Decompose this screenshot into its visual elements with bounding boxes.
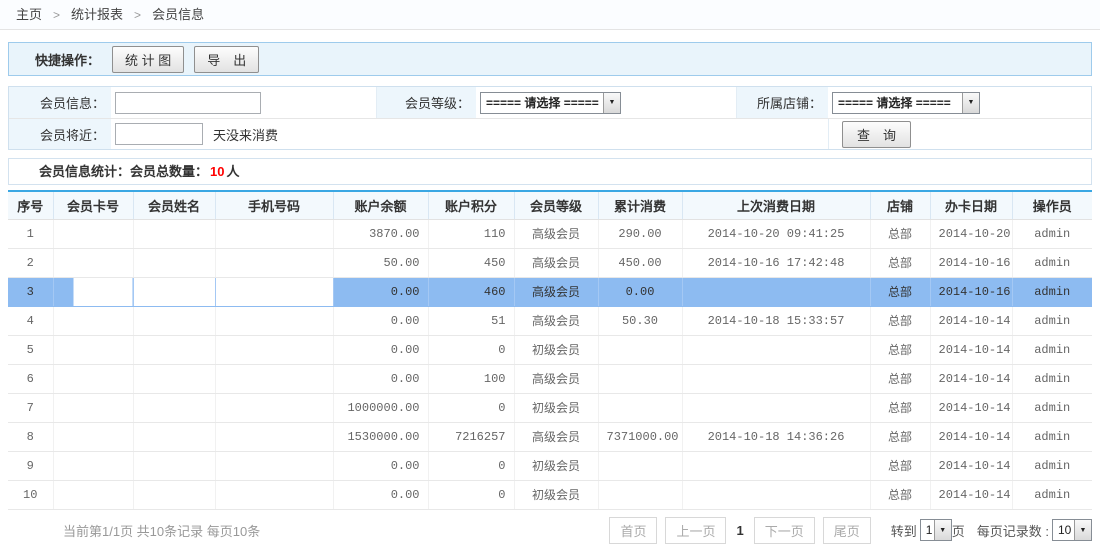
member-info-field-cell [111, 87, 376, 118]
per-page-label: 每页记录数 : [977, 521, 1049, 540]
breadcrumb-separator: > [134, 8, 141, 22]
quick-actions-label: 快捷操作： [35, 50, 100, 69]
stats-unit: 人 [226, 164, 239, 179]
col-seq: 序号 [8, 191, 53, 219]
current-page-number: 1 [736, 523, 743, 538]
member-info-input[interactable] [115, 92, 261, 114]
col-card-number: 会员卡号 [53, 191, 133, 219]
member-near-label: 会员将近： [9, 119, 111, 149]
days-suffix-text: 天没来消费 [213, 125, 278, 144]
dropdown-arrow-icon: ▼ [1074, 520, 1091, 540]
member-level-select[interactable]: ===== 请选择 =====▼ [480, 92, 621, 114]
breadcrumb-separator: > [53, 8, 60, 22]
stats-prefix: 会员信息统计：会员总数量： [39, 164, 208, 179]
prev-page-button[interactable]: 上一页 [665, 517, 726, 544]
filter-row-1: 会员信息： 会员等级： ===== 请选择 =====▼ 所属店铺： =====… [9, 87, 1091, 118]
store-label: 所属店铺： [736, 87, 828, 118]
breadcrumb-item-current: 会员信息 [152, 0, 204, 29]
table-row[interactable]: 81530000.007216257高级会员7371000.002014-10-… [8, 422, 1092, 451]
table-row[interactable]: 60.00100高级会员总部2014-10-14admin [8, 364, 1092, 393]
member-total-count: 10 [208, 164, 226, 179]
col-phone: 手机号码 [215, 191, 333, 219]
col-total-spent: 累计消费 [598, 191, 682, 219]
goto-page-select[interactable]: 1▼ [920, 519, 952, 541]
col-store: 店铺 [870, 191, 930, 219]
store-select[interactable]: ===== 请选择 =====▼ [832, 92, 980, 114]
stats-bar: 会员信息统计：会员总数量：10人 [8, 158, 1092, 185]
table-row[interactable]: 13870.00110高级会员290.002014-10-20 09:41:25… [8, 219, 1092, 248]
dropdown-arrow-icon: ▼ [934, 520, 951, 540]
pagination: 首页 上一页 1 下一页 尾页 转到 1▼ 页 每页记录数 : 10▼ [609, 517, 1092, 544]
search-button[interactable]: 查 询 [842, 121, 911, 148]
table-row[interactable]: 40.0051高级会员50.302014-10-18 15:33:57总部201… [8, 306, 1092, 335]
store-field-cell: ===== 请选择 =====▼ [828, 87, 1091, 118]
breadcrumb-item-home[interactable]: 主页 [16, 0, 42, 29]
store-selected-value: ===== 请选择 ===== [833, 93, 962, 113]
col-level: 会员等级 [514, 191, 598, 219]
table-row[interactable]: 250.00450高级会员450.002014-10-16 17:42:48总部… [8, 248, 1092, 277]
dropdown-arrow-icon: ▼ [603, 93, 620, 113]
per-page-select[interactable]: 10▼ [1052, 519, 1092, 541]
col-balance: 账户余额 [333, 191, 428, 219]
col-operator: 操作员 [1012, 191, 1092, 219]
col-member-name: 会员姓名 [133, 191, 215, 219]
table-footer: 当前第1/1页 共10条记录 每页10条 首页 上一页 1 下一页 尾页 转到 … [8, 517, 1092, 544]
page-unit: 页 [952, 521, 965, 540]
filter-row-2: 会员将近： 天没来消费 查 询 [9, 118, 1091, 149]
member-near-days-input[interactable] [115, 123, 203, 145]
dropdown-arrow-icon: ▼ [962, 93, 979, 113]
member-table: 序号 会员卡号 会员姓名 手机号码 账户余额 账户积分 会员等级 累计消费 上次… [8, 190, 1092, 510]
member-info-label: 会员信息： [9, 87, 111, 118]
breadcrumb-item-reports[interactable]: 统计报表 [71, 0, 123, 29]
export-button[interactable]: 导 出 [194, 46, 259, 73]
breadcrumb: 主页 > 统计报表 > 会员信息 [0, 0, 1100, 30]
table-header-row: 序号 会员卡号 会员姓名 手机号码 账户余额 账户积分 会员等级 累计消费 上次… [8, 191, 1092, 219]
col-points: 账户积分 [428, 191, 514, 219]
table-row[interactable]: 50.000初级会员总部2014-10-14admin [8, 335, 1092, 364]
col-last-spend-date: 上次消费日期 [682, 191, 870, 219]
table-row[interactable]: 100.000初级会员总部2014-10-14admin [8, 480, 1092, 509]
col-open-date: 办卡日期 [930, 191, 1012, 219]
table-row[interactable]: 71000000.000初级会员总部2014-10-14admin [8, 393, 1092, 422]
member-level-label: 会员等级： [376, 87, 476, 118]
member-level-selected-value: ===== 请选择 ===== [481, 93, 603, 113]
search-cell: 查 询 [828, 119, 1091, 149]
member-near-field-cell: 天没来消费 [111, 119, 828, 149]
last-page-button[interactable]: 尾页 [823, 517, 871, 544]
next-page-button[interactable]: 下一页 [754, 517, 815, 544]
goto-label: 转到 [891, 521, 917, 540]
filter-form: 会员信息： 会员等级： ===== 请选择 =====▼ 所属店铺： =====… [8, 86, 1092, 150]
quick-actions-bar: 快捷操作： 统 计 图 导 出 [8, 42, 1092, 76]
page-summary: 当前第1/1页 共10条记录 每页10条 [8, 521, 609, 540]
table-row-selected[interactable]: 30.00460高级会员0.00总部2014-10-16admin [8, 277, 1092, 306]
first-page-button[interactable]: 首页 [609, 517, 657, 544]
member-level-field-cell: ===== 请选择 =====▼ [476, 87, 736, 118]
table-row[interactable]: 90.000初级会员总部2014-10-14admin [8, 451, 1092, 480]
stats-chart-button[interactable]: 统 计 图 [112, 46, 184, 73]
